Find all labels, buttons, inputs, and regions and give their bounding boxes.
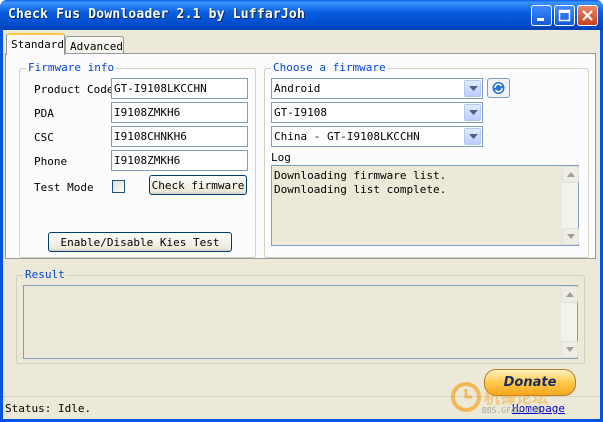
choose-firmware-group: Choose a firmware Android GT-I9108 China… (264, 61, 589, 258)
log-textarea[interactable]: Downloading firmware list. Downloading l… (271, 165, 579, 246)
status-text: Status: Idle. (5, 402, 92, 415)
standard-tab-panel: Firmware info Product Code GT-I9108LKCCH… (5, 53, 596, 259)
log-line: Downloading list complete. (274, 183, 447, 196)
chevron-down-icon (469, 110, 478, 115)
scroll-down-button[interactable] (562, 228, 579, 245)
close-button[interactable] (577, 5, 598, 26)
check-firmware-button[interactable]: Check firmware (149, 175, 247, 195)
window-title: Check Fus Downloader 2.1 by LuffarJoh (8, 7, 305, 22)
watermark-logo: 机锋论坛 BBS.GFAN.COM (448, 377, 598, 417)
region-select[interactable]: China - GT-I9108LKCCHN (271, 126, 483, 147)
chevron-up-icon (566, 292, 574, 297)
kies-test-button[interactable]: Enable/Disable Kies Test (48, 232, 232, 252)
title-bar[interactable]: Check Fus Downloader 2.1 by LuffarJoh (0, 0, 603, 30)
csc-field[interactable]: I9108CHNKH6 (111, 126, 248, 147)
scroll-down-button[interactable] (561, 341, 578, 358)
tab-standard[interactable]: Standard (6, 33, 65, 55)
result-scrollbar[interactable] (560, 286, 578, 358)
chevron-down-icon (469, 86, 478, 91)
result-group: Result (16, 268, 585, 364)
phone-field[interactable]: I9108ZMKH6 (111, 150, 248, 171)
maximize-icon (558, 9, 571, 22)
refresh-button[interactable] (487, 78, 510, 98)
product-code-field[interactable]: GT-I9108LKCCHN (111, 78, 248, 99)
scroll-up-button[interactable] (562, 166, 579, 183)
os-select-value: Android (274, 82, 321, 95)
minimize-button[interactable] (531, 5, 552, 26)
chevron-down-icon (566, 347, 574, 352)
choose-firmware-title: Choose a firmware (271, 61, 388, 74)
scroll-up-button[interactable] (561, 286, 578, 303)
app-window: Check Fus Downloader 2.1 by LuffarJoh St… (0, 0, 603, 422)
chevron-up-icon (567, 172, 575, 177)
log-line: Downloading firmware list. (274, 169, 447, 182)
firmware-info-group: Firmware info Product Code GT-I9108LKCCH… (19, 61, 256, 258)
test-mode-label: Test Mode (34, 181, 94, 194)
watermark-text: BBS.GFAN.COM (482, 406, 540, 415)
minimize-icon (537, 18, 544, 21)
product-code-label: Product Code (34, 83, 114, 96)
region-select-value: China - GT-I9108LKCCHN (274, 130, 420, 143)
region-dropdown-arrow[interactable] (464, 128, 481, 145)
pda-label: PDA (34, 107, 54, 120)
os-dropdown-arrow[interactable] (464, 80, 481, 97)
svg-text:机锋论坛: 机锋论坛 (484, 388, 548, 407)
chevron-down-icon (567, 234, 575, 239)
model-dropdown-arrow[interactable] (464, 104, 481, 121)
test-mode-checkbox[interactable] (112, 180, 125, 193)
csc-label: CSC (34, 131, 54, 144)
model-select[interactable]: GT-I9108 (271, 102, 483, 123)
log-scrollbar[interactable] (561, 166, 579, 245)
refresh-icon (492, 82, 505, 94)
firmware-info-title: Firmware info (26, 61, 117, 74)
chevron-down-icon (469, 134, 478, 139)
result-textarea[interactable] (23, 285, 578, 359)
os-select[interactable]: Android (271, 78, 483, 99)
pda-field[interactable]: I9108ZMKH6 (111, 102, 248, 123)
result-title: Result (23, 268, 67, 281)
client-area: Standard Advanced Firmware info Product … (3, 30, 600, 419)
model-select-value: GT-I9108 (274, 106, 327, 119)
log-label: Log (271, 151, 291, 164)
phone-label: Phone (34, 155, 68, 168)
close-icon (582, 10, 593, 21)
maximize-button[interactable] (554, 5, 575, 26)
